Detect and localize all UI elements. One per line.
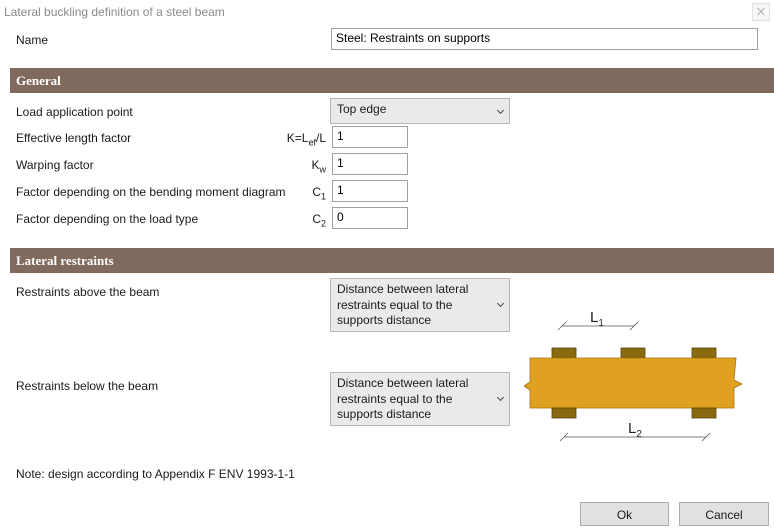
design-note: Note: design according to Appendix F ENV… [16, 467, 295, 481]
load-type-factor-label: Factor depending on the load type [16, 212, 199, 226]
load-point-dropdown[interactable]: Top edge [330, 98, 510, 124]
title-bar: Lateral buckling definition of a steel b… [0, 0, 774, 24]
warping-symbol: Kw [311, 158, 326, 175]
chevron-down-icon [496, 106, 505, 115]
cancel-button[interactable]: Cancel [679, 502, 769, 526]
restraints-below-value: Distance between lateral restraints equa… [337, 376, 469, 421]
l2-dimension: L2 [559, 420, 711, 442]
chevron-down-icon [496, 393, 505, 402]
restraints-above-label: Restraints above the beam [16, 285, 160, 299]
restraint-block-top-2 [620, 347, 646, 359]
bending-factor-label: Factor depending on the bending moment d… [16, 185, 286, 199]
restraints-below-dropdown[interactable]: Distance between lateral restraints equa… [330, 372, 510, 426]
load-point-value: Top edge [337, 102, 387, 116]
effective-length-symbol: K=Lef/L [286, 131, 326, 148]
restraint-block-top-3 [691, 347, 717, 359]
restraint-block-bottom-2 [691, 407, 717, 419]
effective-length-label: Effective length factor [16, 131, 132, 145]
ok-button[interactable]: Ok [580, 502, 669, 526]
name-label: Name [16, 33, 49, 47]
restraints-above-dropdown[interactable]: Distance between lateral restraints equa… [330, 278, 510, 332]
general-section-header: General [10, 68, 774, 93]
bending-factor-symbol: C1 [312, 185, 326, 202]
steel-beam [524, 357, 743, 409]
load-type-factor-symbol: C2 [312, 212, 326, 229]
lateral-section-header: Lateral restraints [10, 248, 774, 273]
effective-length-input[interactable]: 1 [332, 126, 408, 148]
warping-label: Warping factor [16, 158, 94, 172]
load-point-label: Load application point [16, 105, 133, 119]
load-type-factor-input[interactable]: 0 [332, 207, 408, 229]
restraints-above-value: Distance between lateral restraints equa… [337, 282, 469, 327]
warping-input[interactable]: 1 [332, 153, 408, 175]
restraint-block-top-1 [551, 347, 577, 359]
bending-factor-input[interactable]: 1 [332, 180, 408, 202]
window-title: Lateral buckling definition of a steel b… [4, 5, 225, 19]
l1-dimension: L1 [557, 309, 639, 331]
restraints-below-label: Restraints below the beam [16, 379, 159, 393]
close-icon[interactable] [752, 3, 770, 21]
beam-restraints-diagram: L1 L2 [524, 309, 743, 442]
chevron-down-icon [496, 299, 505, 308]
restraint-block-bottom-1 [551, 407, 577, 419]
name-input[interactable]: Steel: Restraints on supports [331, 28, 758, 50]
